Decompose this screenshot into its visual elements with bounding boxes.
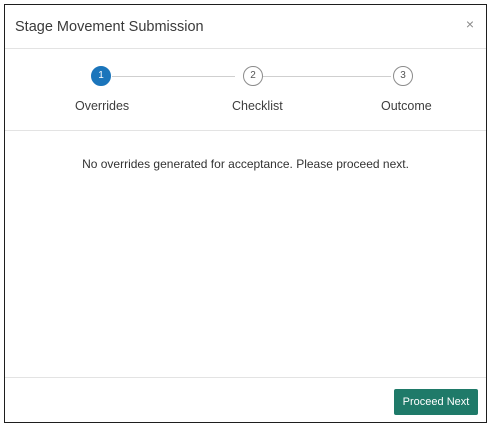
dialog-title: Stage Movement Submission [15,19,204,35]
overrides-message: No overrides generated for acceptance. P… [82,157,409,171]
step-2-indicator[interactable]: 2 [243,66,263,86]
step-label-outcome[interactable]: Outcome [381,99,432,113]
step-1-indicator[interactable]: 1 [91,66,111,86]
close-icon[interactable]: × [462,16,478,32]
step-connector [263,76,391,77]
stepper: 1 2 3 Overrides Checklist Outcome [5,49,486,131]
stage-movement-dialog: Stage Movement Submission × 1 2 3 Overri… [4,4,487,423]
dialog-header: Stage Movement Submission × [5,5,486,49]
step-label-overrides[interactable]: Overrides [75,99,129,113]
dialog-footer: Proceed Next [5,377,486,423]
step-label-checklist[interactable]: Checklist [232,99,283,113]
step-connector [112,76,235,77]
step-3-indicator[interactable]: 3 [393,66,413,86]
proceed-next-button[interactable]: Proceed Next [394,389,478,415]
